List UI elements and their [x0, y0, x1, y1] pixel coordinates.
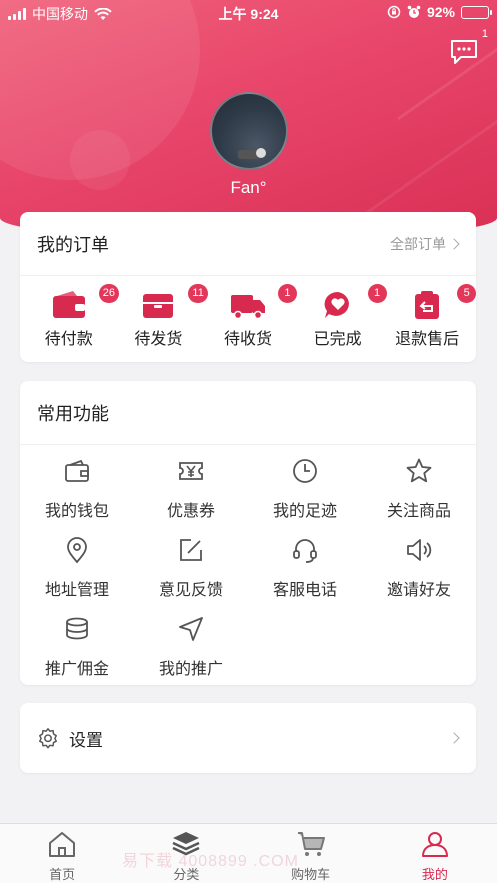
tab-label: 分类	[173, 867, 200, 882]
function-label: 客服电话	[272, 582, 337, 599]
tab-category[interactable]: 分类	[124, 824, 248, 883]
function-feedback[interactable]: 意见反馈	[134, 536, 248, 615]
order-label: 退款售后	[395, 331, 460, 348]
battery-icon	[461, 5, 492, 19]
heart-bubble-icon	[324, 291, 349, 318]
function-label: 意见反馈	[158, 582, 223, 599]
cart-icon	[297, 832, 325, 856]
orders-title: 我的订单	[37, 234, 109, 255]
function-label: 我的足迹	[272, 503, 337, 520]
function-my-promotion[interactable]: 我的推广	[134, 615, 248, 694]
function-label: 邀请好友	[386, 582, 451, 599]
orders-card: 我的订单 全部订单 26 待付款 11 待发货 1 待收货 1 已完成 5 退款…	[20, 212, 477, 362]
chevron-right-icon	[448, 237, 460, 250]
settings-row[interactable]: 设置	[20, 703, 476, 773]
function-label: 我的钱包	[44, 503, 109, 520]
order-pending-payment[interactable]: 26 待付款	[26, 284, 120, 349]
tab-home[interactable]: 首页	[0, 824, 124, 883]
orientation-lock-icon	[387, 5, 401, 19]
gear-icon	[39, 728, 57, 749]
coins-icon	[66, 617, 88, 640]
order-label: 待发货	[134, 331, 183, 348]
function-label: 地址管理	[44, 582, 109, 599]
function-label: 我的推广	[158, 661, 223, 678]
clock-icon	[293, 459, 317, 483]
chevron-right-icon	[448, 732, 460, 744]
tab-mine[interactable]: 我的	[373, 824, 497, 883]
function-label: 推广佣金	[44, 661, 109, 678]
avatar[interactable]	[210, 92, 288, 170]
tab-cart[interactable]: 购物车	[249, 824, 373, 883]
function-wallet[interactable]: 我的钱包	[20, 457, 134, 536]
bottom-tab-bar: 首页 分类 购物车 我的 易下载 4008899 .COM	[0, 823, 497, 883]
order-badge: 5	[457, 284, 477, 303]
status-bar: 中国移动 上午 9:24 92%	[0, 0, 497, 26]
function-coupon[interactable]: 优惠券	[134, 457, 248, 536]
tab-label: 我的	[421, 867, 448, 882]
truck-icon	[230, 295, 265, 320]
order-label: 待付款	[44, 331, 93, 348]
wallet-icon	[52, 291, 85, 318]
messages-button[interactable]: 1	[449, 28, 488, 66]
message-count-badge: 1	[481, 28, 488, 40]
order-pending-shipment[interactable]: 11 待发货	[115, 284, 208, 349]
layers-icon	[172, 832, 200, 856]
function-support-phone[interactable]: 客服电话	[248, 536, 362, 615]
order-pending-receipt[interactable]: 1 待收货	[205, 284, 297, 349]
function-label: 优惠券	[166, 503, 215, 520]
wallet-icon	[65, 459, 89, 482]
username: Fan°	[230, 178, 267, 197]
functions-card: 常用功能 我的钱包 优惠券 我的足迹 关注商品 地址管理 意见反馈 客服电话 邀…	[20, 381, 476, 685]
edit-icon	[180, 539, 202, 561]
functions-title: 常用功能	[37, 403, 109, 424]
home-icon	[49, 832, 76, 857]
user-icon	[421, 832, 448, 857]
package-icon	[143, 294, 174, 318]
function-address[interactable]: 地址管理	[20, 536, 134, 615]
function-footprints[interactable]: 我的足迹	[248, 457, 362, 536]
navigation-icon	[179, 617, 203, 641]
tab-label: 首页	[49, 867, 76, 882]
speaker-icon	[407, 539, 432, 561]
all-orders-label: 全部订单	[390, 235, 446, 252]
headset-icon	[293, 539, 317, 563]
location-pin-icon	[67, 537, 87, 564]
coupon-icon	[179, 462, 203, 480]
refund-icon	[415, 291, 440, 319]
order-refund[interactable]: 5 退款售后	[384, 284, 477, 349]
all-orders-link[interactable]: 全部订单	[390, 234, 460, 254]
settings-label: 设置	[69, 730, 103, 750]
alarm-icon	[407, 5, 421, 18]
function-followed[interactable]: 关注商品	[362, 457, 476, 536]
order-completed[interactable]: 1 已完成	[295, 284, 387, 349]
order-label: 待收货	[223, 331, 272, 348]
function-commission[interactable]: 推广佣金	[20, 615, 134, 694]
function-label: 关注商品	[386, 503, 451, 520]
tab-label: 购物车	[291, 867, 331, 882]
function-invite[interactable]: 邀请好友	[362, 536, 476, 615]
order-label: 已完成	[313, 331, 362, 348]
star-icon	[406, 458, 432, 483]
chat-bubble-icon	[451, 40, 477, 64]
battery-percent: 92%	[426, 4, 455, 20]
